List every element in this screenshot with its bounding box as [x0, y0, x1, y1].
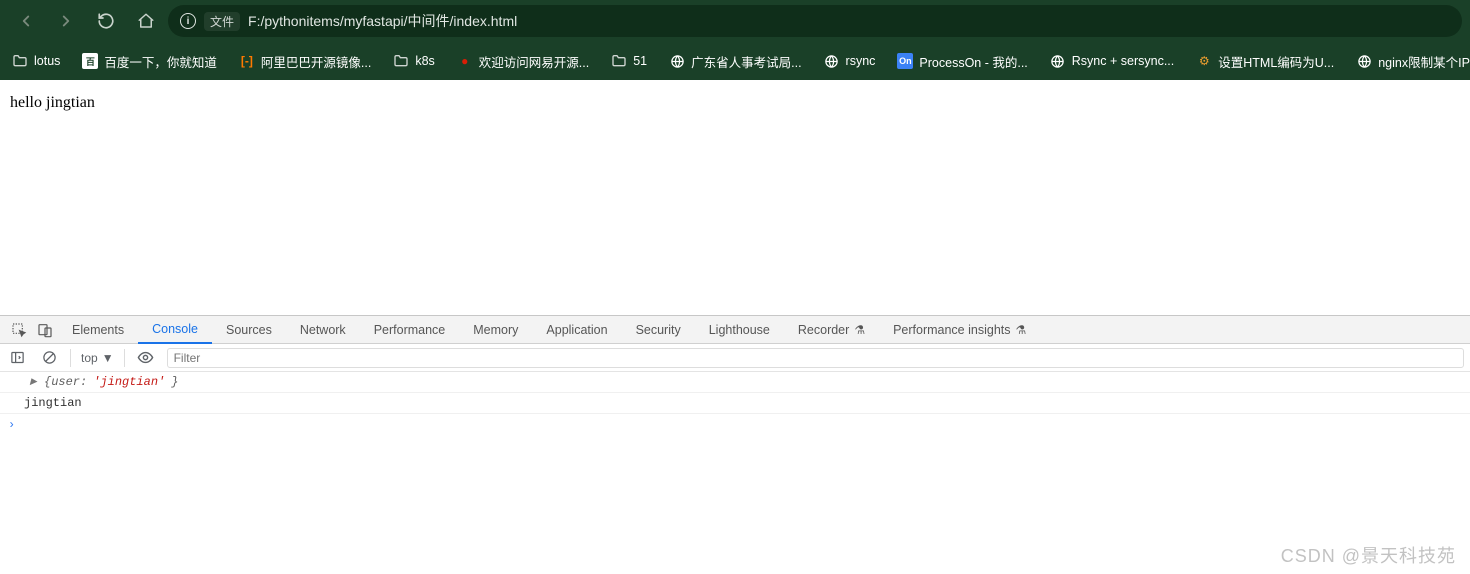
flask-icon: ⚗ — [1016, 323, 1027, 337]
bookmark-processon[interactable]: On ProcessOn - 我的... — [897, 52, 1027, 71]
console-text: jingtian — [24, 396, 82, 410]
inspect-element-icon[interactable] — [6, 317, 32, 343]
devtools-tabs: Elements Console Sources Network Perform… — [0, 316, 1470, 344]
console-object-suffix: } — [171, 375, 178, 389]
tab-application[interactable]: Application — [532, 316, 621, 344]
site-info-icon[interactable]: i — [180, 13, 196, 29]
bookmark-rsync[interactable]: rsync — [824, 53, 876, 69]
console-output: ▶ {user: 'jingtian'} jingtian › — [0, 372, 1470, 574]
bookmark-lotus[interactable]: lotus — [12, 53, 60, 69]
sidebar-toggle-icon[interactable] — [6, 347, 28, 369]
reload-button[interactable] — [88, 5, 124, 37]
bookmarks-bar: lotus 百 百度一下，你就知道 [-] 阿里巴巴开源镜像... k8s ● … — [0, 42, 1470, 80]
device-toggle-icon[interactable] — [32, 317, 58, 343]
console-object-prefix: {user: — [44, 375, 87, 389]
tab-memory[interactable]: Memory — [459, 316, 532, 344]
tab-lighthouse[interactable]: Lighthouse — [695, 316, 784, 344]
console-line-object[interactable]: ▶ {user: 'jingtian'} — [0, 372, 1470, 393]
globe-icon — [1356, 53, 1372, 69]
bookmark-rsync-sersync[interactable]: Rsync + sersync... — [1050, 53, 1174, 69]
baidu-icon: 百 — [82, 53, 98, 69]
bookmark-label: nginx限制某个IP同... — [1378, 52, 1470, 71]
bookmark-label: 设置HTML编码为U... — [1218, 52, 1334, 71]
bookmark-label: ProcessOn - 我的... — [919, 52, 1027, 71]
flask-icon: ⚗ — [854, 323, 865, 337]
folder-icon — [393, 53, 409, 69]
tab-performance[interactable]: Performance — [360, 316, 460, 344]
url-scheme-chip: 文件 — [204, 12, 240, 31]
tab-performance-insights[interactable]: Performance insights⚗ — [879, 316, 1040, 344]
bookmark-label: Rsync + sersync... — [1072, 54, 1174, 68]
bookmark-label: 广东省人事考试局... — [691, 52, 801, 71]
folder-icon — [12, 53, 28, 69]
clear-console-icon[interactable] — [38, 347, 60, 369]
globe-icon — [669, 53, 685, 69]
bookmark-netease[interactable]: ● 欢迎访问网易开源... — [457, 52, 589, 71]
bookmark-51[interactable]: 51 — [611, 53, 647, 69]
bookmark-gd-exam[interactable]: 广东省人事考试局... — [669, 52, 801, 71]
folder-icon — [611, 53, 627, 69]
processon-icon: On — [897, 53, 913, 69]
chevron-down-icon: ▼ — [102, 351, 114, 365]
bookmark-label: k8s — [415, 54, 434, 68]
netease-icon: ● — [457, 53, 473, 69]
tab-sources[interactable]: Sources — [212, 316, 286, 344]
console-object-value: 'jingtian' — [93, 375, 165, 389]
filter-input[interactable] — [167, 348, 1464, 368]
bookmark-label: 阿里巴巴开源镜像... — [261, 52, 371, 71]
tab-console[interactable]: Console — [138, 316, 212, 344]
gear-icon: ⚙ — [1196, 53, 1212, 69]
aliyun-icon: [-] — [239, 53, 255, 69]
tab-security[interactable]: Security — [622, 316, 695, 344]
tab-elements[interactable]: Elements — [58, 316, 138, 344]
forward-button[interactable] — [48, 5, 84, 37]
bookmark-label: 百度一下，你就知道 — [104, 52, 217, 71]
console-line-text: jingtian — [0, 393, 1470, 414]
devtools-panel: Elements Console Sources Network Perform… — [0, 315, 1470, 574]
console-prompt[interactable]: › — [0, 414, 1470, 436]
bookmark-label: rsync — [846, 54, 876, 68]
bookmark-label: lotus — [34, 54, 60, 68]
bookmark-label: 欢迎访问网易开源... — [479, 52, 589, 71]
bookmark-k8s[interactable]: k8s — [393, 53, 434, 69]
prompt-caret-icon: › — [8, 418, 15, 432]
separator — [70, 349, 71, 367]
address-row: i 文件 F:/pythonitems/myfastapi/中间件/index.… — [0, 0, 1470, 42]
separator — [124, 349, 125, 367]
bookmark-label: 51 — [633, 54, 647, 68]
bookmark-html-encoding[interactable]: ⚙ 设置HTML编码为U... — [1196, 52, 1334, 71]
live-expression-icon[interactable] — [135, 347, 157, 369]
back-button[interactable] — [8, 5, 44, 37]
url-text: F:/pythonitems/myfastapi/中间件/index.html — [248, 11, 517, 31]
console-toolbar: top ▼ — [0, 344, 1470, 372]
browser-chrome: i 文件 F:/pythonitems/myfastapi/中间件/index.… — [0, 0, 1470, 80]
tab-network[interactable]: Network — [286, 316, 360, 344]
globe-icon — [824, 53, 840, 69]
context-label: top — [81, 351, 98, 365]
expand-triangle-icon[interactable]: ▶ — [30, 377, 37, 387]
bookmark-aliyun[interactable]: [-] 阿里巴巴开源镜像... — [239, 52, 371, 71]
page-text: hello jingtian — [10, 94, 95, 111]
page-viewport: hello jingtian — [0, 80, 1470, 315]
globe-icon — [1050, 53, 1066, 69]
home-button[interactable] — [128, 5, 164, 37]
tab-recorder[interactable]: Recorder⚗ — [784, 316, 879, 344]
address-bar[interactable]: i 文件 F:/pythonitems/myfastapi/中间件/index.… — [168, 5, 1462, 37]
context-selector[interactable]: top ▼ — [81, 351, 114, 365]
bookmark-nginx-limit[interactable]: nginx限制某个IP同... — [1356, 52, 1470, 71]
bookmark-baidu[interactable]: 百 百度一下，你就知道 — [82, 52, 217, 71]
